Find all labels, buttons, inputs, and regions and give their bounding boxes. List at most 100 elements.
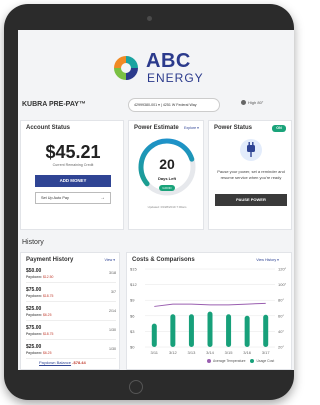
paydown-label: Paydown: (26, 294, 43, 298)
paydown-balance[interactable]: Paydown Balance -$78.44 (39, 360, 86, 365)
weather-text: High 80° (248, 100, 264, 105)
balance-amount: $45.21 (45, 142, 101, 162)
power-status-card: Power Status ON Pause your power, set a … (208, 120, 292, 230)
chart-bar (170, 314, 176, 347)
paydown-label: Paydown: (26, 332, 43, 336)
payment-paydown: Paydown: $18.75 (26, 294, 53, 298)
chart-bar (226, 314, 232, 347)
account-selector[interactable]: 42999380-001 ▾ | 4251 W Federal Way (128, 98, 220, 112)
paydown-value: $18.75 (42, 294, 54, 298)
arrow-right-icon: → (100, 195, 105, 201)
power-status-title: Power Status (214, 125, 253, 131)
x-tick-label: 3/16 (243, 350, 252, 355)
payment-paydown: Paydown: $18.75 (26, 332, 53, 336)
paydown-label: Paydown: (26, 313, 43, 317)
legend-temperature: Average Temperature (213, 359, 246, 363)
add-money-button[interactable]: ADD MONEY (35, 175, 111, 187)
y-left-tick-label: $15 (130, 267, 137, 272)
payment-paydown: Paydown: $6.25 (26, 313, 51, 317)
paydown-value: $18.75 (42, 332, 54, 336)
balance-caption: Current Remaining Credit (52, 163, 94, 167)
top-bar: KUBRA PRE-PAY™ 42999380-001 ▾ | 4251 W F… (18, 95, 294, 115)
x-tick-label: 3/12 (169, 350, 178, 355)
payment-amount: $25.00 (26, 344, 42, 350)
payment-date: 3/18 (109, 271, 116, 275)
payment-row[interactable]: $75.00 Paydown: $18.75 1/30 (26, 324, 116, 340)
y-left-tick-label: $3 (130, 329, 135, 334)
temperature-line (154, 302, 266, 307)
x-tick-label: 3/17 (262, 350, 271, 355)
chart-legend: Average Temperature Usage Cost (203, 359, 275, 364)
payment-history-card: Payment History View ▾ $50.00 Paydown: $… (20, 252, 120, 370)
payment-paydown: Paydown: $6.25 (26, 351, 51, 355)
sun-icon (241, 100, 246, 106)
payment-amount: $50.00 (26, 268, 42, 274)
pause-power-button[interactable]: PAUSE POWER (215, 194, 287, 206)
x-tick-label: 3/14 (206, 350, 215, 355)
chart-bar (263, 314, 269, 347)
legend-cost: Usage Cost (256, 359, 275, 363)
y-right-tick-label: 100° (278, 282, 287, 287)
history-heading: History (22, 239, 44, 246)
chart-bar (151, 323, 157, 347)
power-on-badge: ON (272, 125, 286, 132)
y-right-tick-label: 60° (278, 313, 284, 318)
payment-amount: $75.00 (26, 325, 42, 331)
y-left-tick-label: $6 (130, 313, 135, 318)
screen: ABC ENERGY KUBRA PRE-PAY™ 42999380-001 ▾… (18, 30, 294, 370)
payment-date: 2/14 (109, 309, 116, 313)
auto-pay-label: Set Up Auto Pay (41, 196, 69, 200)
y-right-tick-label: 40° (278, 329, 284, 334)
payment-paydown: Paydown: $12.50 (26, 275, 53, 279)
payment-date: 1/30 (109, 328, 116, 332)
updated-timestamp: Updated: 03/28/2019 7:00am (147, 205, 187, 209)
paydown-label: Paydown: (26, 275, 43, 279)
paydown-value: $6.25 (42, 313, 52, 317)
y-right-tick-label: 20° (278, 345, 284, 350)
paydown-label: Paydown: (26, 351, 43, 355)
x-tick-label: 3/15 (225, 350, 234, 355)
payment-date: 3/7 (111, 290, 116, 294)
logo-abc-text: ABC (146, 50, 191, 72)
costs-chart: $15 120° $12 100° $9 80° $6 60° $3 40° $0 20° 3/11 3/… (130, 267, 287, 356)
payment-row[interactable]: $25.00 Paydown: $6.25 1/30 (26, 343, 116, 359)
logo-energy-text: ENERGY (147, 71, 204, 85)
y-left-tick-label: $0 (130, 345, 135, 350)
x-tick-label: 3/11 (151, 350, 159, 355)
paydown-value: $12.50 (42, 275, 54, 279)
chart-bar (188, 314, 194, 347)
chart-bar (244, 315, 250, 347)
plug-icon (240, 139, 262, 161)
explore-dropdown[interactable]: Explore ▾ (184, 126, 199, 130)
paydown-balance-value: -$78.44 (72, 360, 86, 365)
payment-history-title: Payment History (26, 257, 74, 263)
power-estimate-card: Power Estimate Explore ▾ 20 Days Left GO… (128, 120, 204, 230)
x-tick-label: 3/13 (188, 350, 197, 355)
chart-bar (207, 311, 213, 347)
legend-swatch-temperature (207, 359, 211, 364)
payment-row[interactable]: $75.00 Paydown: $18.75 3/7 (26, 286, 116, 302)
auto-pay-button[interactable]: Set Up Auto Pay → (35, 192, 111, 204)
payment-view-dropdown[interactable]: View ▾ (104, 258, 115, 262)
view-history-dropdown[interactable]: View History ▾ (256, 258, 279, 262)
account-status-title: Account Status (26, 125, 71, 131)
y-right-tick-label: 80° (278, 298, 284, 303)
brand-title: KUBRA PRE-PAY™ (22, 101, 86, 108)
home-button[interactable] (129, 380, 143, 394)
logo-mark-icon (114, 56, 138, 80)
camera (147, 16, 152, 21)
y-left-tick-label: $9 (130, 298, 135, 303)
pause-description: Pause your power, set a reminder and res… (217, 169, 285, 180)
power-estimate-title: Power Estimate (134, 125, 179, 131)
y-right-tick-label: 120° (278, 267, 287, 272)
legend-swatch-cost (250, 359, 255, 364)
weather: High 80° (241, 100, 264, 106)
tablet-frame: ABC ENERGY KUBRA PRE-PAY™ 42999380-001 ▾… (4, 4, 294, 400)
payment-row[interactable]: $50.00 Paydown: $12.50 3/18 (26, 267, 116, 283)
costs-comparisons-card: Costs & Comparisons View History ▾ $15 12… (126, 252, 292, 370)
payment-date: 1/30 (109, 347, 116, 351)
days-left-number: 20 (159, 156, 175, 172)
payment-amount: $25.00 (26, 306, 42, 312)
payment-amount: $75.00 (26, 287, 42, 293)
payment-row[interactable]: $25.00 Paydown: $6.25 2/14 (26, 305, 116, 321)
